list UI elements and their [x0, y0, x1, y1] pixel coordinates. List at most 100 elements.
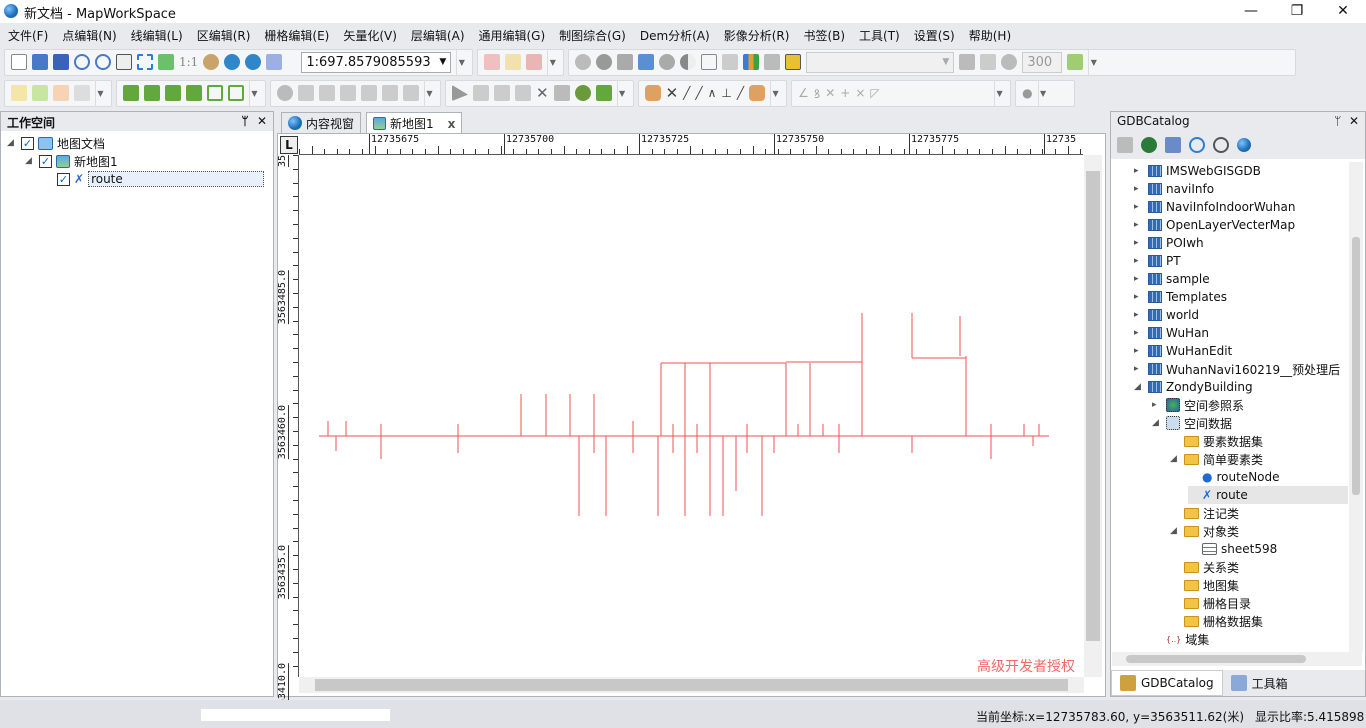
- catalog-tree-item[interactable]: ▸ OpenLayerVecterMap: [1134, 216, 1295, 234]
- cross-icon[interactable]: ✕: [825, 86, 835, 100]
- menu-item[interactable]: 文件(F): [8, 27, 48, 44]
- catalog-tree-item[interactable]: ▸ WuHanEdit: [1134, 342, 1232, 360]
- save-icon[interactable]: [53, 54, 69, 70]
- toolbar-overflow[interactable]: ▼: [456, 48, 466, 76]
- input-line-icon[interactable]: [32, 85, 48, 101]
- delete-map-icon[interactable]: [526, 54, 543, 70]
- workspace-tree-item[interactable]: ◢ ✓ 地图文档: [7, 134, 105, 152]
- info-icon[interactable]: [596, 54, 613, 70]
- tab-content-view[interactable]: 内容视窗: [281, 112, 362, 133]
- open-icon[interactable]: [32, 54, 48, 70]
- tab-gdbcatalog[interactable]: GDBCatalog: [1111, 670, 1223, 696]
- expand-arrow-icon[interactable]: ◢: [1134, 382, 1144, 392]
- edit-table-icon[interactable]: [494, 85, 510, 101]
- menu-item[interactable]: 帮助(H): [969, 27, 1011, 44]
- view-icon[interactable]: [515, 85, 531, 101]
- expand-arrow-icon[interactable]: ▸: [1134, 328, 1144, 338]
- catalog-tree-item[interactable]: 注记类: [1170, 504, 1239, 522]
- catalog-tree-item[interactable]: 关系类: [1170, 558, 1239, 576]
- expand-arrow-icon[interactable]: ▸: [1134, 220, 1144, 230]
- menu-item[interactable]: 矢量化(V): [343, 27, 397, 44]
- visibility-checkbox[interactable]: ✓: [21, 136, 34, 150]
- angle-icon[interactable]: ∧: [708, 86, 717, 100]
- refresh-icon[interactable]: [1189, 137, 1205, 153]
- pin-icon[interactable]: ᛘ: [241, 114, 248, 128]
- scroll-thumb[interactable]: [1352, 237, 1360, 495]
- new-doc-icon[interactable]: [11, 54, 27, 70]
- rotate-right-icon[interactable]: [245, 54, 262, 70]
- point-icon[interactable]: ●: [1022, 86, 1032, 100]
- catalog-tree-item[interactable]: ▸ world: [1134, 306, 1199, 324]
- raster-zoom-icon[interactable]: [207, 85, 223, 101]
- expand-arrow-icon[interactable]: ▸: [1152, 400, 1162, 410]
- add-vertex-icon[interactable]: +: [840, 86, 850, 100]
- delete-icon[interactable]: ✕: [536, 84, 549, 102]
- search-icon[interactable]: [1213, 137, 1229, 153]
- refresh-icon[interactable]: [158, 54, 174, 70]
- menu-item[interactable]: 制图综合(G): [559, 27, 626, 44]
- catalog-vertical-scrollbar[interactable]: [1349, 162, 1363, 652]
- search-icon[interactable]: [575, 54, 592, 70]
- close-icon[interactable]: ✕: [257, 114, 267, 128]
- catalog-tree-item[interactable]: ● routeNode: [1188, 468, 1280, 486]
- map-canvas[interactable]: [278, 134, 1083, 677]
- zoom-out-icon[interactable]: [95, 54, 111, 70]
- input-area-icon[interactable]: [53, 85, 69, 101]
- layers-icon[interactable]: [785, 54, 802, 70]
- toolbar-overflow[interactable]: ▼: [249, 79, 259, 107]
- expand-arrow-icon[interactable]: ▸: [1134, 166, 1144, 176]
- menu-item[interactable]: 线编辑(L): [131, 27, 183, 44]
- raster-new-icon[interactable]: [123, 85, 139, 101]
- select-icon[interactable]: [484, 54, 501, 70]
- catalog-horizontal-scrollbar[interactable]: [1112, 652, 1362, 666]
- scroll-thumb[interactable]: [1126, 655, 1306, 663]
- line-node-icon[interactable]: ╱: [683, 86, 690, 100]
- style-icon[interactable]: [959, 54, 976, 70]
- hand-icon[interactable]: [644, 85, 661, 101]
- maximize-button[interactable]: ❐: [1274, 0, 1320, 23]
- raster-up-icon[interactable]: [165, 85, 181, 101]
- menu-item[interactable]: Dem分析(A): [640, 27, 710, 44]
- workspace-tree-item[interactable]: ◢ ✓ 新地图1: [25, 152, 118, 170]
- connect-icon[interactable]: [1141, 137, 1157, 153]
- globe-icon[interactable]: [1237, 138, 1251, 152]
- delete-vertex-icon[interactable]: ×: [855, 86, 865, 100]
- pan-hand-icon[interactable]: [116, 54, 132, 70]
- dpi-input[interactable]: 300: [1022, 51, 1063, 73]
- pentagon-icon[interactable]: [298, 85, 314, 101]
- minimize-button[interactable]: —: [1228, 0, 1274, 23]
- catalog-tree-item[interactable]: 栅格目录: [1170, 594, 1251, 612]
- expand-arrow-icon[interactable]: ▸: [1134, 310, 1144, 320]
- scale-combo[interactable]: 1:697.8579085593 ▼: [301, 51, 452, 73]
- edit-area-icon[interactable]: [319, 85, 335, 101]
- visibility-checkbox[interactable]: ✓: [57, 172, 70, 186]
- gear-icon[interactable]: [574, 85, 591, 101]
- expand-arrow-icon[interactable]: ◢: [1170, 526, 1180, 536]
- chart-icon[interactable]: [743, 54, 760, 70]
- full-extent-icon[interactable]: [137, 54, 153, 70]
- warning-icon[interactable]: [764, 54, 781, 70]
- measure-icon[interactable]: [617, 54, 634, 70]
- toolbar-overflow[interactable]: ▼: [424, 79, 434, 107]
- scroll-thumb[interactable]: [1086, 171, 1100, 641]
- catalog-tree-item[interactable]: ▸ WuHan: [1134, 324, 1209, 342]
- catalog-tree-item[interactable]: ✗ route: [1188, 486, 1348, 504]
- toolbar-overflow[interactable]: ▼: [770, 79, 780, 107]
- menu-item[interactable]: 点编辑(N): [62, 27, 116, 44]
- toolbar-overflow[interactable]: ▼: [95, 79, 105, 107]
- map-settings-icon[interactable]: [1067, 54, 1084, 70]
- menu-item[interactable]: 区编辑(R): [197, 27, 251, 44]
- toolbar-overflow[interactable]: ▼: [994, 79, 1004, 107]
- expand-arrow-icon[interactable]: ◢: [1152, 418, 1162, 428]
- menu-item[interactable]: 书签(B): [803, 27, 845, 44]
- edit-icon[interactable]: [473, 85, 489, 101]
- settings-grid-icon[interactable]: [722, 54, 739, 70]
- pointer-icon[interactable]: [452, 85, 468, 101]
- catalog-tree-item[interactable]: ▸ PT: [1134, 252, 1181, 270]
- expand-arrow-icon[interactable]: ▸: [1134, 184, 1144, 194]
- raster-stack-icon[interactable]: [186, 85, 202, 101]
- menu-item[interactable]: 设置(S): [914, 27, 955, 44]
- polygon-icon[interactable]: [277, 85, 293, 101]
- pin-icon[interactable]: ᛘ: [1334, 114, 1341, 128]
- toolbar-overflow[interactable]: ▼: [616, 79, 627, 107]
